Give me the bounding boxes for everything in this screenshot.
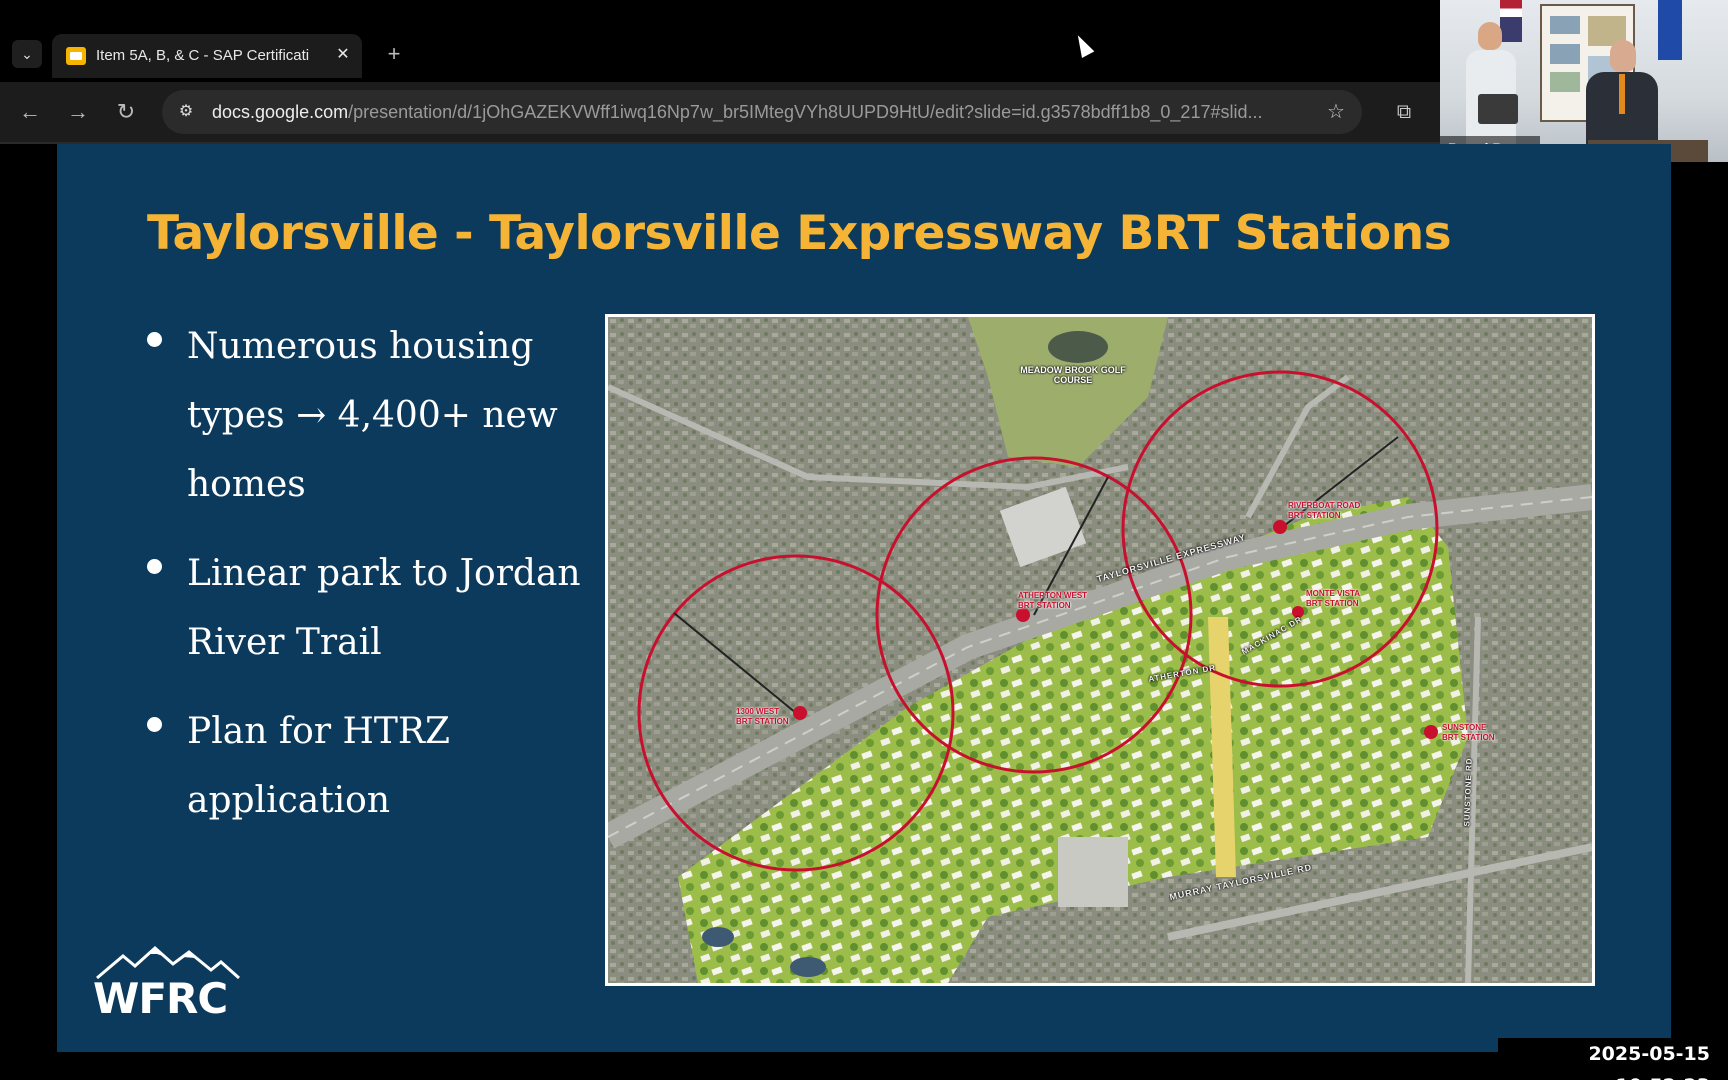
bullet-text: Numerous housing types → 4,400+ new home… — [187, 326, 558, 505]
map-label-station: ATHERTON WEST BRT STATION — [1018, 591, 1088, 610]
map-label-station: SUNSTONE BRT STATION — [1442, 723, 1495, 742]
screen: ⌄ Item 5A, B, & C - SAP Certificati ✕ + … — [0, 0, 1728, 1080]
bookmark-star-icon[interactable]: ☆ — [1324, 100, 1348, 124]
bullet-text: Plan for HTRZ application — [187, 711, 451, 821]
reload-icon[interactable]: ↻ — [110, 96, 142, 128]
bullet-dot — [147, 332, 162, 347]
map-artwork — [608, 317, 1592, 983]
bullet-item: Linear park to Jordan River Trail — [147, 539, 627, 677]
address-bar[interactable]: ⚙ docs.google.com/presentation/d/1jOhGAZ… — [162, 90, 1362, 134]
url-path: /presentation/d/1jOhGAZEKVWff1iwq16Np7w_… — [348, 102, 1263, 122]
slide-title: Taylorsville - Taylorsville Expressway B… — [147, 206, 1452, 261]
map-image: MEADOW BROOK GOLF COURSE RIVERBOAT ROAD … — [608, 317, 1592, 983]
logo-text: WFRC — [93, 974, 228, 1023]
bullet-item: Numerous housing types → 4,400+ new home… — [147, 312, 627, 519]
map-label-station: RIVERBOAT ROAD BRT STATION — [1288, 501, 1361, 520]
map-label-golf: MEADOW BROOK GOLF COURSE — [1020, 365, 1126, 385]
bullet-text: Linear park to Jordan River Trail — [187, 553, 581, 663]
extensions-puzzle-icon[interactable]: ⧉ — [1388, 96, 1420, 128]
url-host: docs.google.com — [212, 102, 349, 122]
bullet-list: Numerous housing types → 4,400+ new home… — [147, 312, 627, 855]
tab-slides-presentation[interactable]: Item 5A, B, & C - SAP Certificati ✕ — [52, 34, 362, 78]
url-text[interactable]: docs.google.com/presentation/d/1jOhGAZEK… — [212, 102, 1302, 123]
site-plan-map: MEADOW BROOK GOLF COURSE RIVERBOAT ROAD … — [605, 314, 1595, 986]
browser-toolbar: ← → ↻ ⚙ docs.google.com/presentation/d/1… — [0, 82, 1440, 142]
bullet-dot — [147, 559, 162, 574]
map-label-station: MONTE VISTA BRT STATION — [1306, 589, 1360, 608]
google-slides-icon — [66, 47, 86, 65]
back-arrow-icon[interactable]: ← — [14, 96, 46, 128]
close-tab-icon[interactable]: ✕ — [332, 44, 354, 66]
webcam-feed: Board Room — [1440, 0, 1728, 162]
bullet-dot — [147, 717, 162, 732]
forward-arrow-icon[interactable]: → — [62, 96, 94, 128]
recording-timestamp: 2025-05-15 10:52:23 — [1498, 1038, 1728, 1080]
tab-bar: ⌄ Item 5A, B, & C - SAP Certificati ✕ + — [0, 26, 1440, 82]
tab-title: Item 5A, B, & C - SAP Certificati — [96, 47, 310, 64]
wfrc-logo: WFRC — [93, 944, 243, 1024]
bullet-item: Plan for HTRZ application — [147, 697, 627, 835]
map-label-station: 1300 WEST BRT STATION — [736, 707, 789, 726]
new-tab-plus-icon[interactable]: + — [380, 40, 408, 68]
tab-search-chevron-down-icon[interactable]: ⌄ — [12, 40, 42, 68]
presentation-slide: Taylorsville - Taylorsville Expressway B… — [57, 144, 1671, 1052]
site-settings-icon[interactable]: ⚙ — [174, 100, 198, 124]
state-flag — [1658, 0, 1682, 60]
